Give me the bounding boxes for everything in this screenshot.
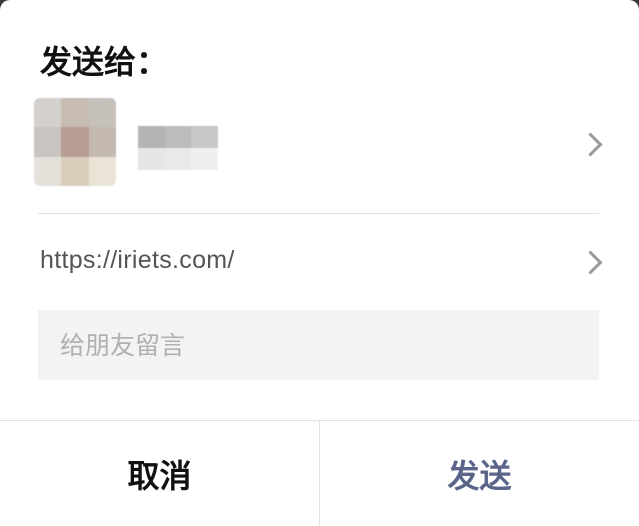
avatar-pixel	[61, 156, 89, 186]
name-pixel	[191, 126, 218, 148]
avatar-pixel	[34, 156, 62, 186]
avatar-pixel	[61, 98, 89, 128]
link-url: https://iriets.com/	[40, 246, 235, 274]
send-button[interactable]: 发送	[320, 421, 639, 526]
chevron-right-icon	[578, 250, 603, 275]
share-dialog: 发送给： https://iriets.com/ 取消 发送	[0, 0, 639, 526]
recipient-name	[138, 126, 218, 170]
divider	[38, 213, 599, 214]
avatar-pixel	[88, 127, 116, 157]
avatar	[34, 98, 116, 186]
avatar-pixel	[88, 156, 116, 186]
dialog-title: 发送给：	[40, 43, 169, 81]
name-pixel	[164, 126, 192, 148]
avatar-pixel	[34, 127, 62, 157]
avatar-pixel	[88, 98, 116, 128]
recipient-row[interactable]	[0, 90, 639, 200]
name-pixel	[138, 148, 165, 170]
message-input[interactable]	[38, 310, 599, 380]
name-pixel	[164, 148, 192, 170]
name-pixel	[191, 148, 218, 170]
chevron-right-icon	[578, 132, 603, 157]
link-row[interactable]: https://iriets.com/	[0, 230, 639, 296]
avatar-pixel	[61, 127, 89, 157]
cancel-button[interactable]: 取消	[0, 421, 319, 526]
name-pixel	[138, 126, 165, 148]
avatar-pixel	[34, 98, 62, 128]
